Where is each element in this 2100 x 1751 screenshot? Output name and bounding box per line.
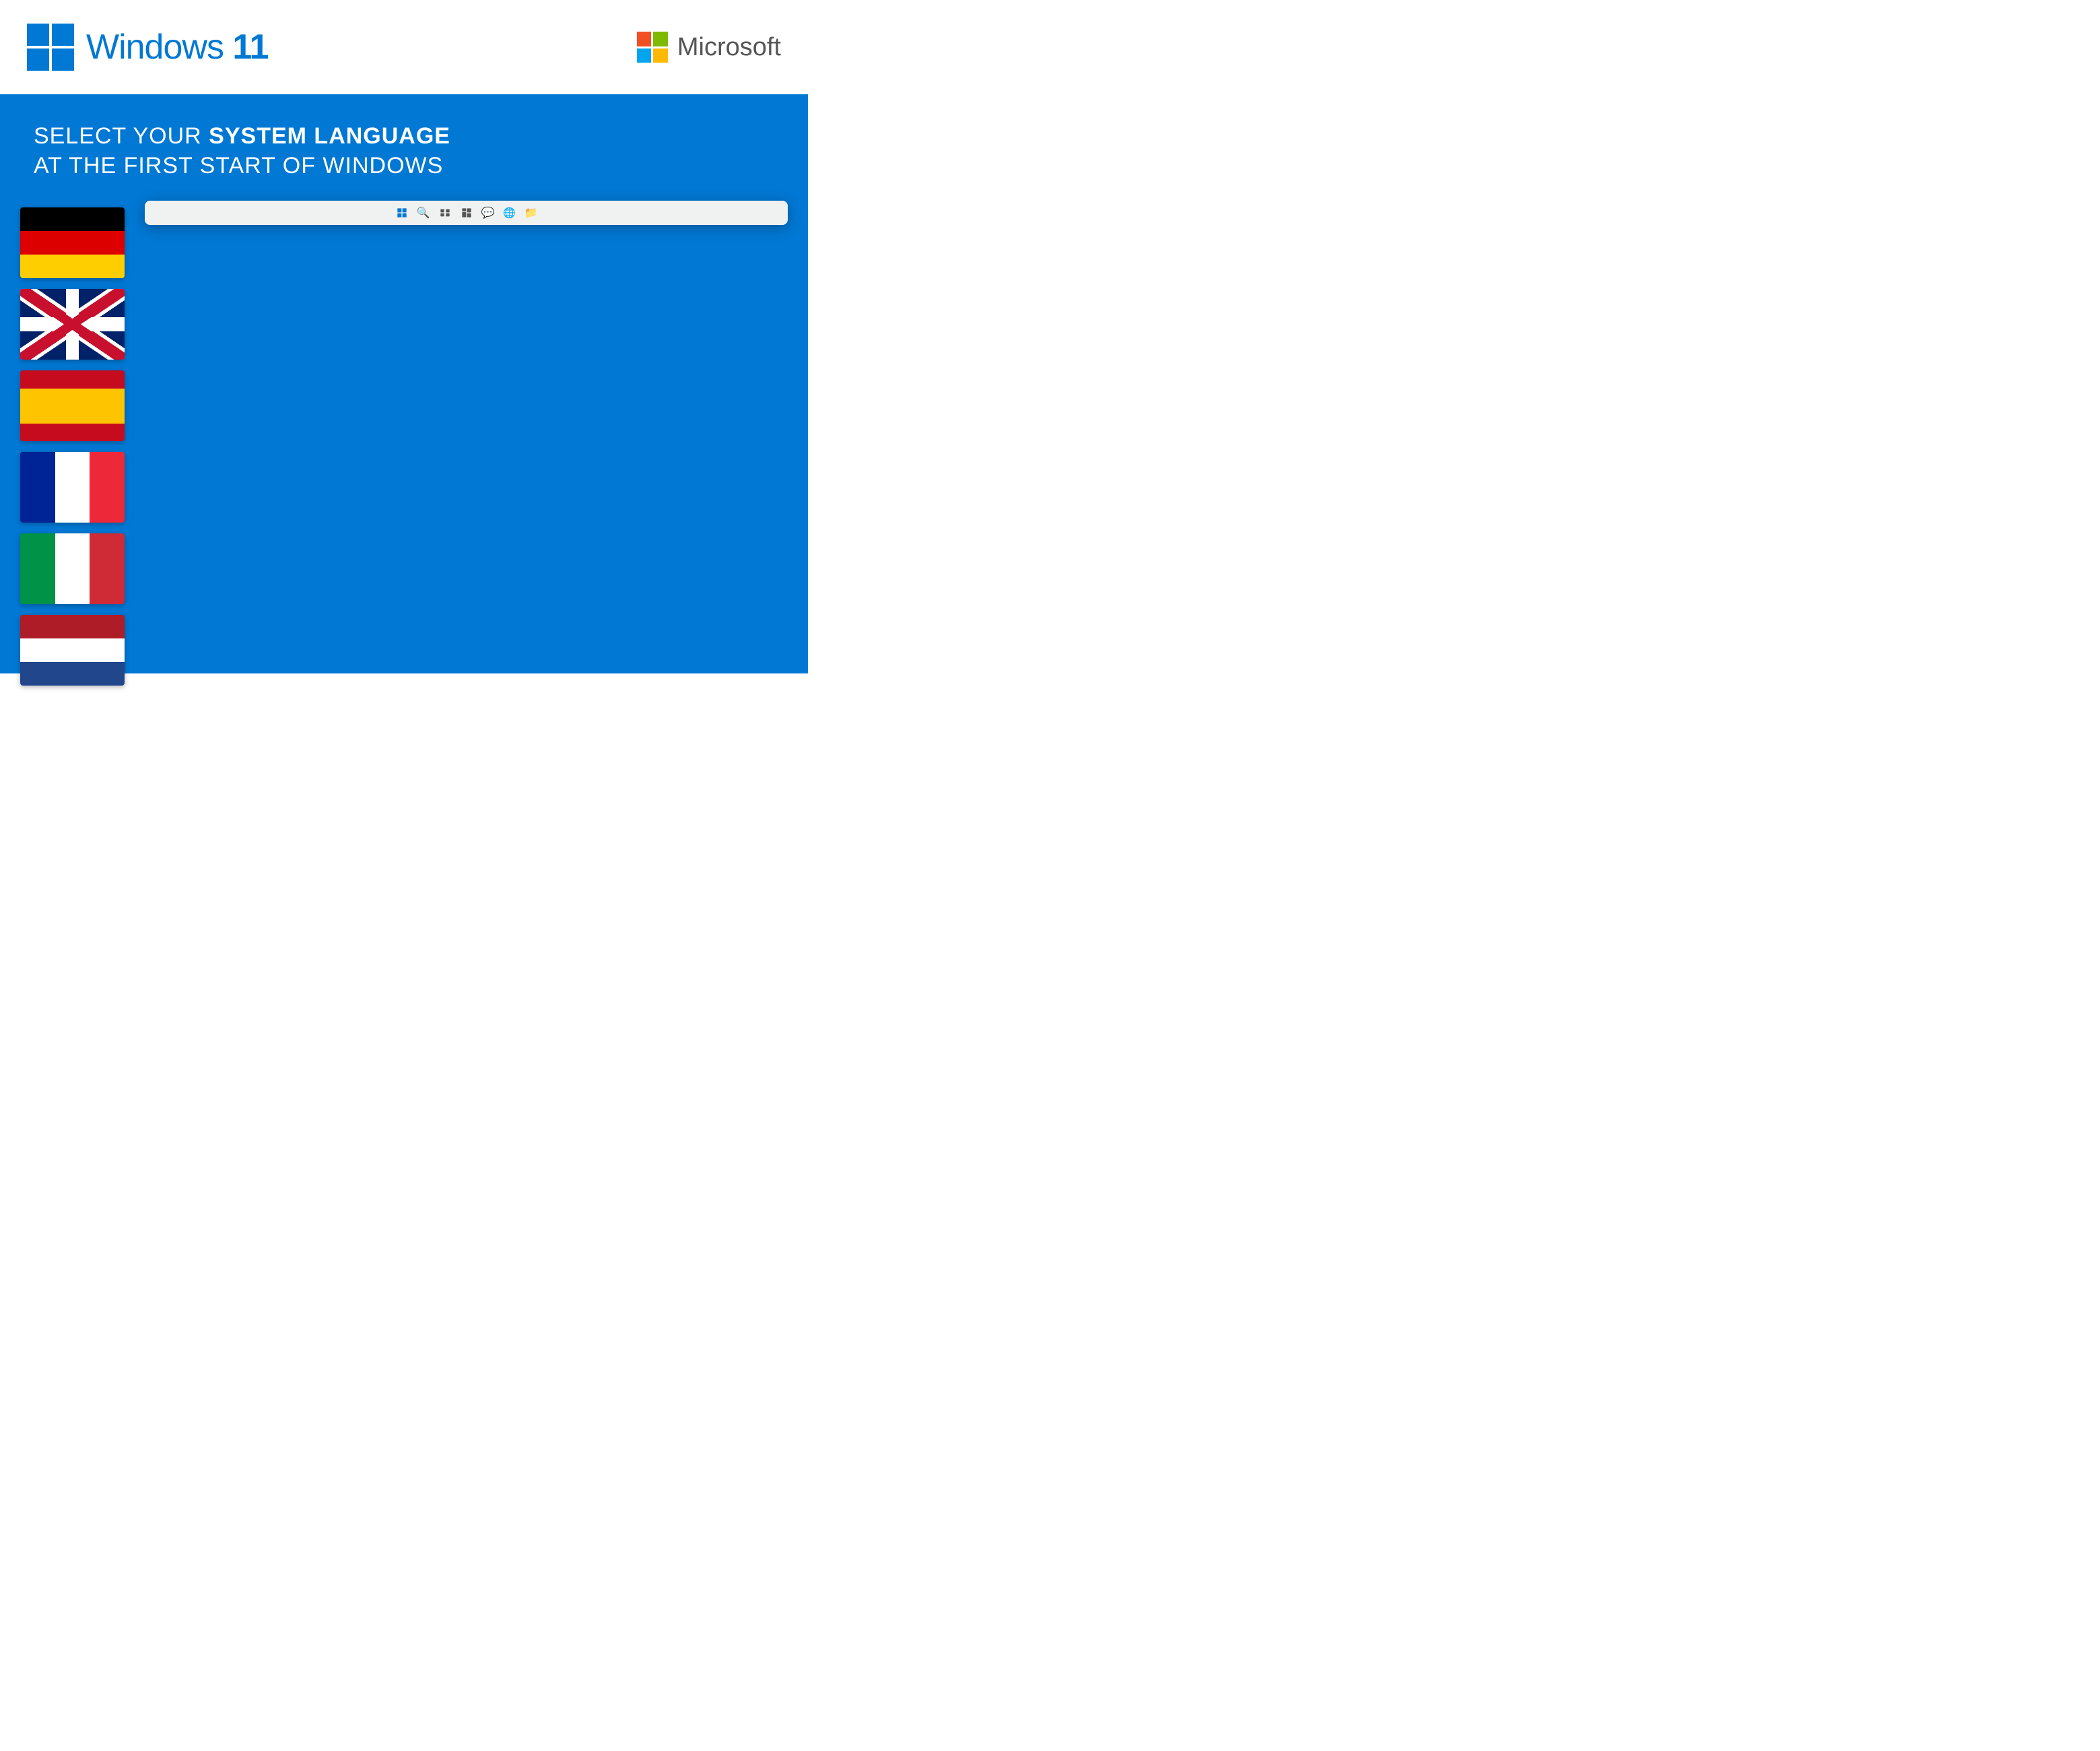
flag-uk[interactable]	[20, 289, 125, 360]
taskbar-chat[interactable]: 💬	[480, 205, 496, 221]
taskbar-widgets[interactable]	[459, 205, 475, 221]
taskbar-taskview[interactable]	[437, 205, 453, 221]
windows-logo: Windows 11	[27, 24, 268, 71]
flag-spanish[interactable]	[20, 370, 125, 441]
headline-bold: SYSTEM LANGUAGE	[209, 123, 450, 149]
taskbar: 🔍 💬	[145, 201, 788, 225]
content-area: 🔍 Type here to search Pinned All apps ›	[0, 201, 808, 706]
taskbar-start[interactable]	[394, 205, 410, 221]
main-section: SELECT YOUR SYSTEM LANGUAGE AT THE FIRST…	[0, 94, 808, 673]
headline-normal: SELECT YOUR	[34, 123, 209, 149]
taskbar-explorer[interactable]: 📁	[523, 205, 539, 221]
taskbar-edge[interactable]: 🌐	[502, 205, 518, 221]
flags-column	[20, 207, 125, 686]
headline: SELECT YOUR SYSTEM LANGUAGE AT THE FIRST…	[0, 94, 808, 201]
flag-italian[interactable]	[20, 533, 125, 604]
microsoft-logo: Microsoft	[637, 32, 781, 63]
windows-title: Windows 11	[86, 27, 268, 67]
flag-german[interactable]	[20, 207, 125, 278]
windows-screenshot: 🔍 Type here to search Pinned All apps ›	[145, 201, 788, 225]
microsoft-grid-icon	[637, 32, 668, 63]
taskbar-search[interactable]: 🔍	[415, 205, 432, 221]
top-header: Windows 11 Microsoft	[0, 0, 808, 94]
microsoft-title: Microsoft	[677, 33, 781, 62]
flag-dutch[interactable]	[20, 615, 125, 686]
windows-grid-icon	[27, 24, 74, 71]
headline-line2: AT THE FIRST START OF WINDOWS	[34, 151, 774, 180]
flag-french[interactable]	[20, 452, 125, 523]
